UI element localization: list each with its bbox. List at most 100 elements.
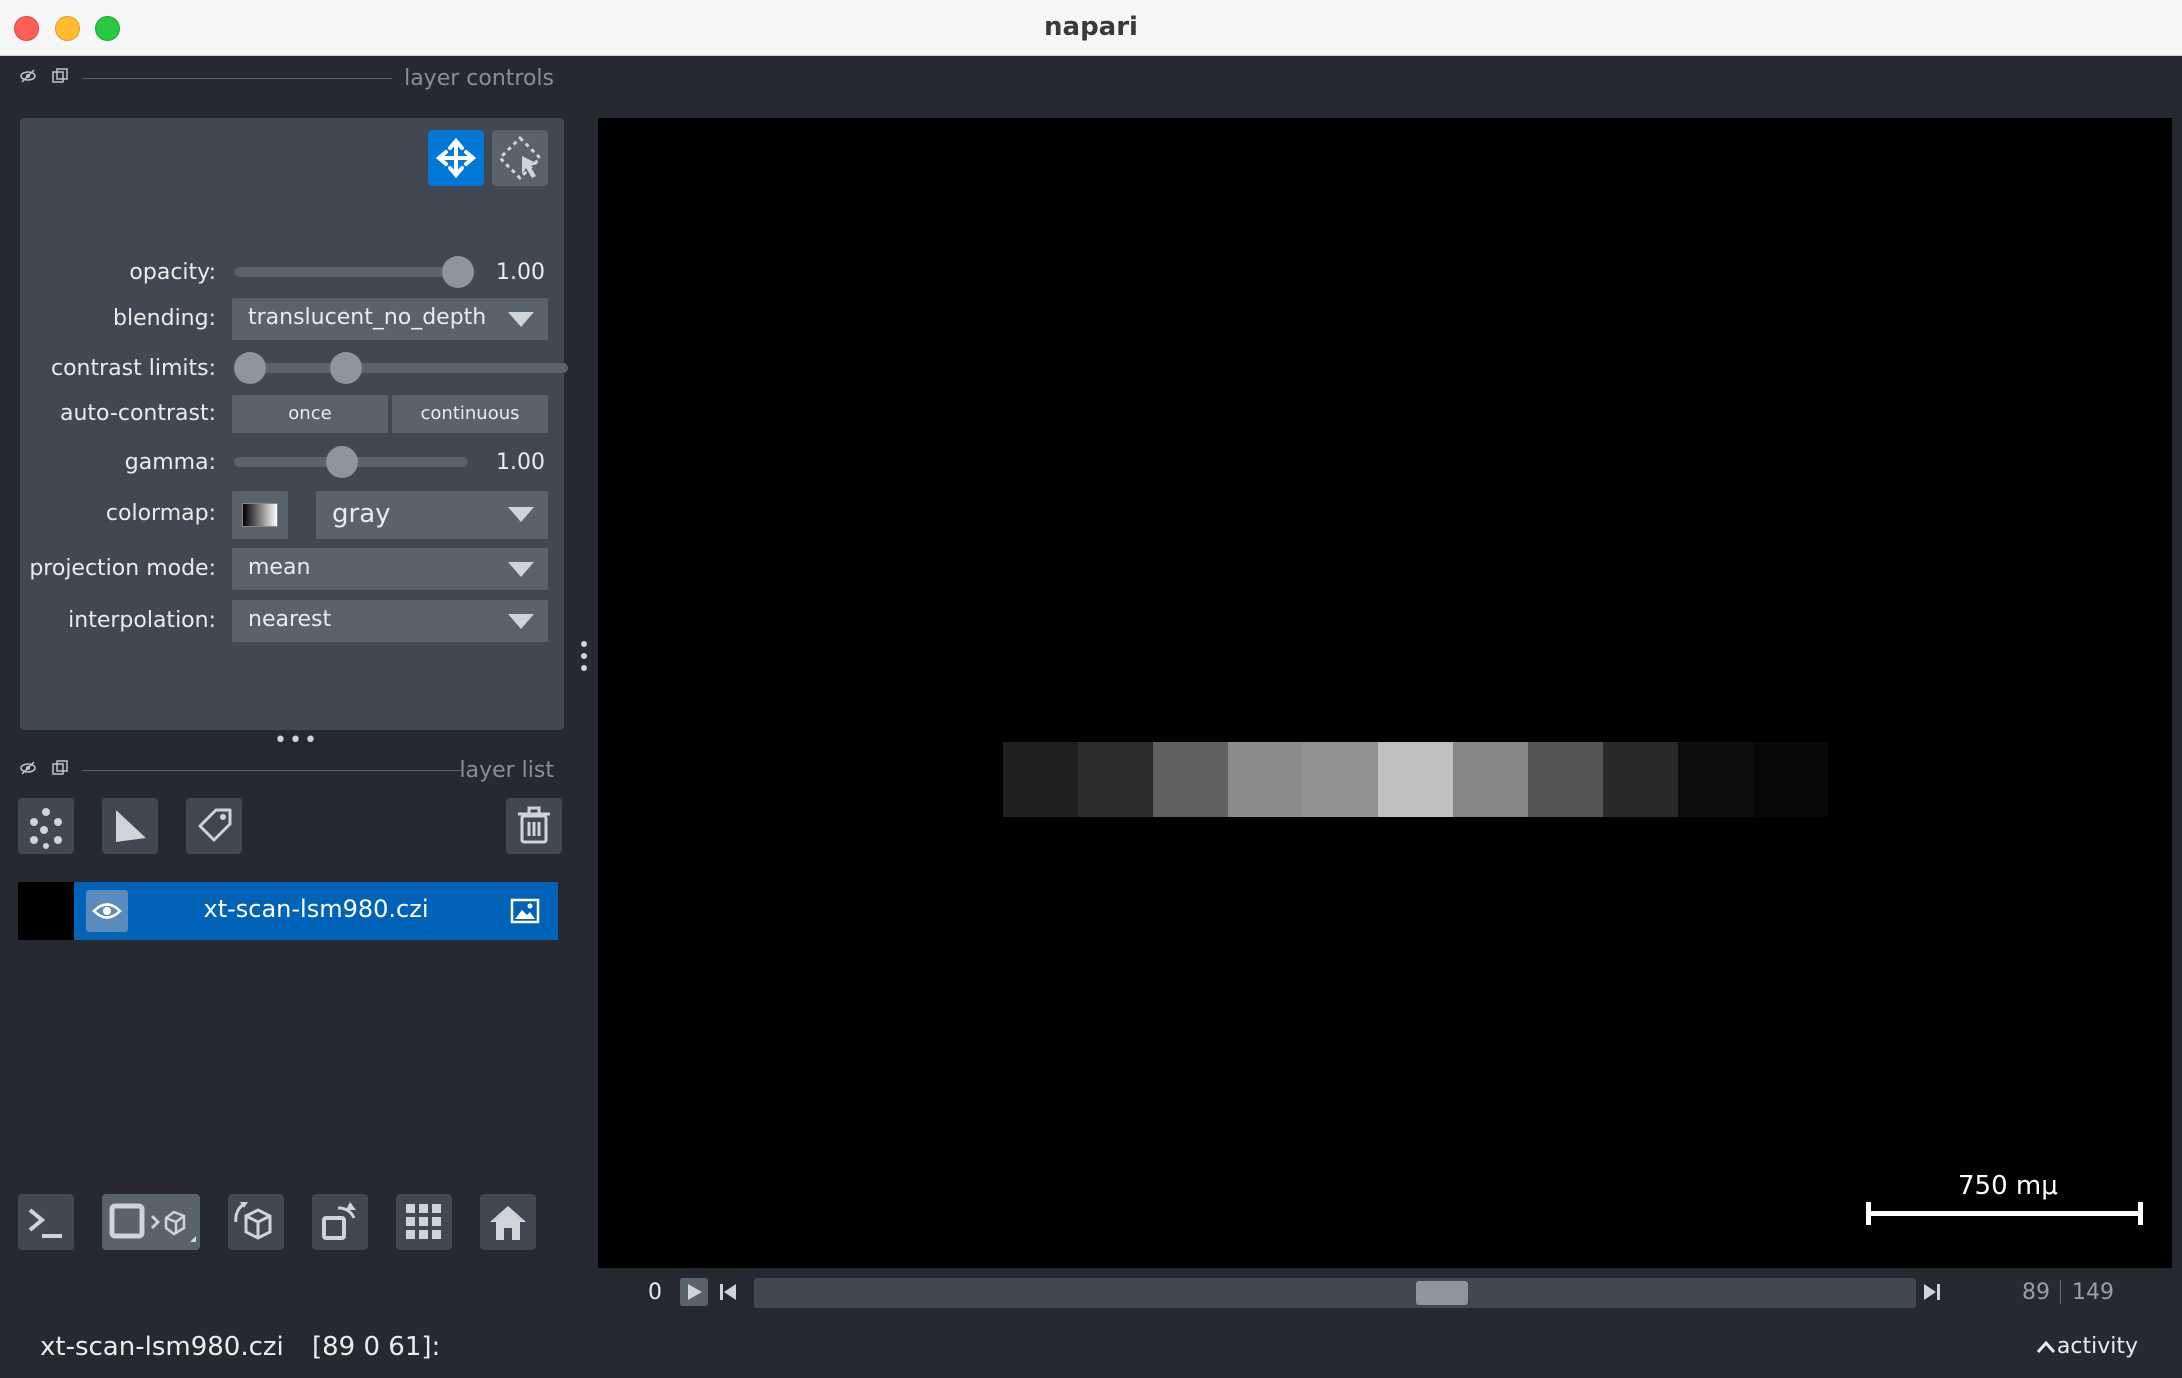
gamma-row: gamma: 1.00 [20,444,564,484]
home-icon [490,1206,526,1240]
layer-controls-header: layer controls [18,66,558,91]
gradient-swatch-icon [242,503,278,527]
auto-contrast-continuous-button[interactable]: continuous [392,395,548,433]
auto-contrast-once-button[interactable]: once [232,395,388,433]
layer-controls-title: layer controls [404,66,554,91]
delete-layer-button[interactable] [506,798,562,854]
play-icon [688,1284,702,1300]
contrast-low-handle[interactable] [234,352,266,384]
contrast-limits-label: contrast limits: [51,356,216,381]
skip-forward-icon [1924,1284,1940,1300]
roll-dimensions-button[interactable] [228,1194,284,1250]
interpolation-label: interpolation: [68,608,216,633]
transform-mode-button[interactable] [492,130,548,186]
auto-contrast-row: auto-contrast: once continuous [20,395,564,435]
step-forward-button[interactable] [1920,1278,1944,1306]
contrast-high-handle[interactable] [330,352,362,384]
contrast-limits-row: contrast limits: [20,350,568,390]
transpose-dimensions-button[interactable] [312,1194,368,1250]
vertical-dots-icon [581,641,587,671]
colormap-preview-button[interactable] [232,491,288,539]
current-frame: 89 [2022,1280,2050,1305]
step-back-button[interactable] [716,1278,740,1306]
contrast-limits-track[interactable] [234,363,568,373]
blending-dropdown[interactable]: translucent_no_depth [232,298,548,340]
layer-item-body[interactable]: xt-scan-lsm980.czi [74,882,558,940]
gamma-label: gamma: [124,450,216,475]
new-labels-layer-button[interactable] [186,798,242,854]
trash-icon [518,806,550,844]
console-button[interactable] [18,1194,74,1250]
move-arrows-icon [435,137,477,179]
scale-bar-right-tick [2138,1202,2143,1225]
grid-view-button[interactable] [396,1194,452,1250]
close-dock-icon[interactable] [52,68,68,84]
dims-slider-track[interactable] [754,1278,1916,1308]
toggle-ndisplay-button[interactable] [102,1194,200,1250]
status-coordinates: [89 0 61]: [312,1332,441,1362]
chevron-down-icon [508,312,534,327]
pan-zoom-mode-button[interactable] [428,130,484,186]
layer-list-header: layer list [18,758,558,783]
strip-pixel [1078,742,1153,817]
gamma-slider-handle[interactable] [326,446,358,478]
chevron-down-icon [508,614,534,629]
new-shapes-layer-button[interactable] [102,798,158,854]
projection-mode-value: mean [248,555,311,580]
projection-mode-label: projection mode: [29,556,216,581]
projection-mode-dropdown[interactable]: mean [232,548,548,590]
window-title: napari [1044,12,1138,42]
float-dock-icon[interactable] [20,760,36,776]
close-dock-icon[interactable] [52,760,68,776]
strip-pixel [1153,742,1228,817]
title-bar: napari [0,0,2182,56]
float-dock-icon[interactable] [20,68,36,84]
strip-pixel [1003,742,1078,817]
side-dock-splitter[interactable] [580,638,588,678]
status-bar: xt-scan-lsm980.czi [89 0 61]: activity [0,1318,2182,1378]
strip-pixel [1378,742,1453,817]
transpose-icon [322,1202,356,1240]
activity-button[interactable]: activity [2035,1334,2138,1359]
opacity-slider-handle[interactable] [442,256,474,288]
header-divider [82,770,462,771]
play-button[interactable] [680,1278,708,1306]
viewer-canvas[interactable] [598,118,2172,1268]
opacity-value: 1.00 [496,260,545,285]
new-points-layer-button[interactable] [18,798,74,854]
blending-value: translucent_no_depth [248,305,487,330]
auto-contrast-label: auto-contrast: [59,401,216,426]
layer-thumbnail [18,882,74,940]
blending-label: blending: [113,306,216,331]
strip-pixel [1453,742,1528,817]
dock-splitter-handle[interactable]: ••• [274,728,319,753]
image-layer-icon [510,898,540,924]
reset-view-button[interactable] [480,1194,536,1250]
layer-controls-panel: opacity: 1.00 blending: translucent_no_d… [20,118,568,730]
colormap-label: colormap: [105,501,216,526]
layer-name: xt-scan-lsm980.czi [203,895,429,923]
shapes-icon [116,810,146,842]
layer-list-item[interactable]: xt-scan-lsm980.czi [18,882,558,940]
strip-pixel [1753,742,1828,817]
scale-bar-label: 750 mμ [1958,1171,2058,1201]
opacity-slider-track[interactable] [234,267,468,277]
terminal-icon [28,1208,62,1238]
scale-bar [1868,1211,2142,1216]
grid-icon [406,1204,441,1239]
scale-bar-left-tick [1866,1202,1871,1225]
layer-list-title: layer list [459,758,555,783]
total-frames: 149 [2072,1280,2114,1305]
interpolation-value: nearest [248,607,332,632]
interpolation-dropdown[interactable]: nearest [232,600,548,642]
strip-pixel [1228,742,1303,817]
select-transform-icon [497,135,543,181]
opacity-row: opacity: 1.00 [20,254,564,294]
chevron-down-icon [508,562,534,577]
chevron-up-icon [2036,1340,2056,1353]
blending-row: blending: translucent_no_depth [20,298,564,340]
dims-slider-handle[interactable] [1416,1281,1468,1305]
colormap-dropdown[interactable]: gray [316,491,548,539]
points-icon [30,808,62,849]
tag-icon [198,808,232,842]
